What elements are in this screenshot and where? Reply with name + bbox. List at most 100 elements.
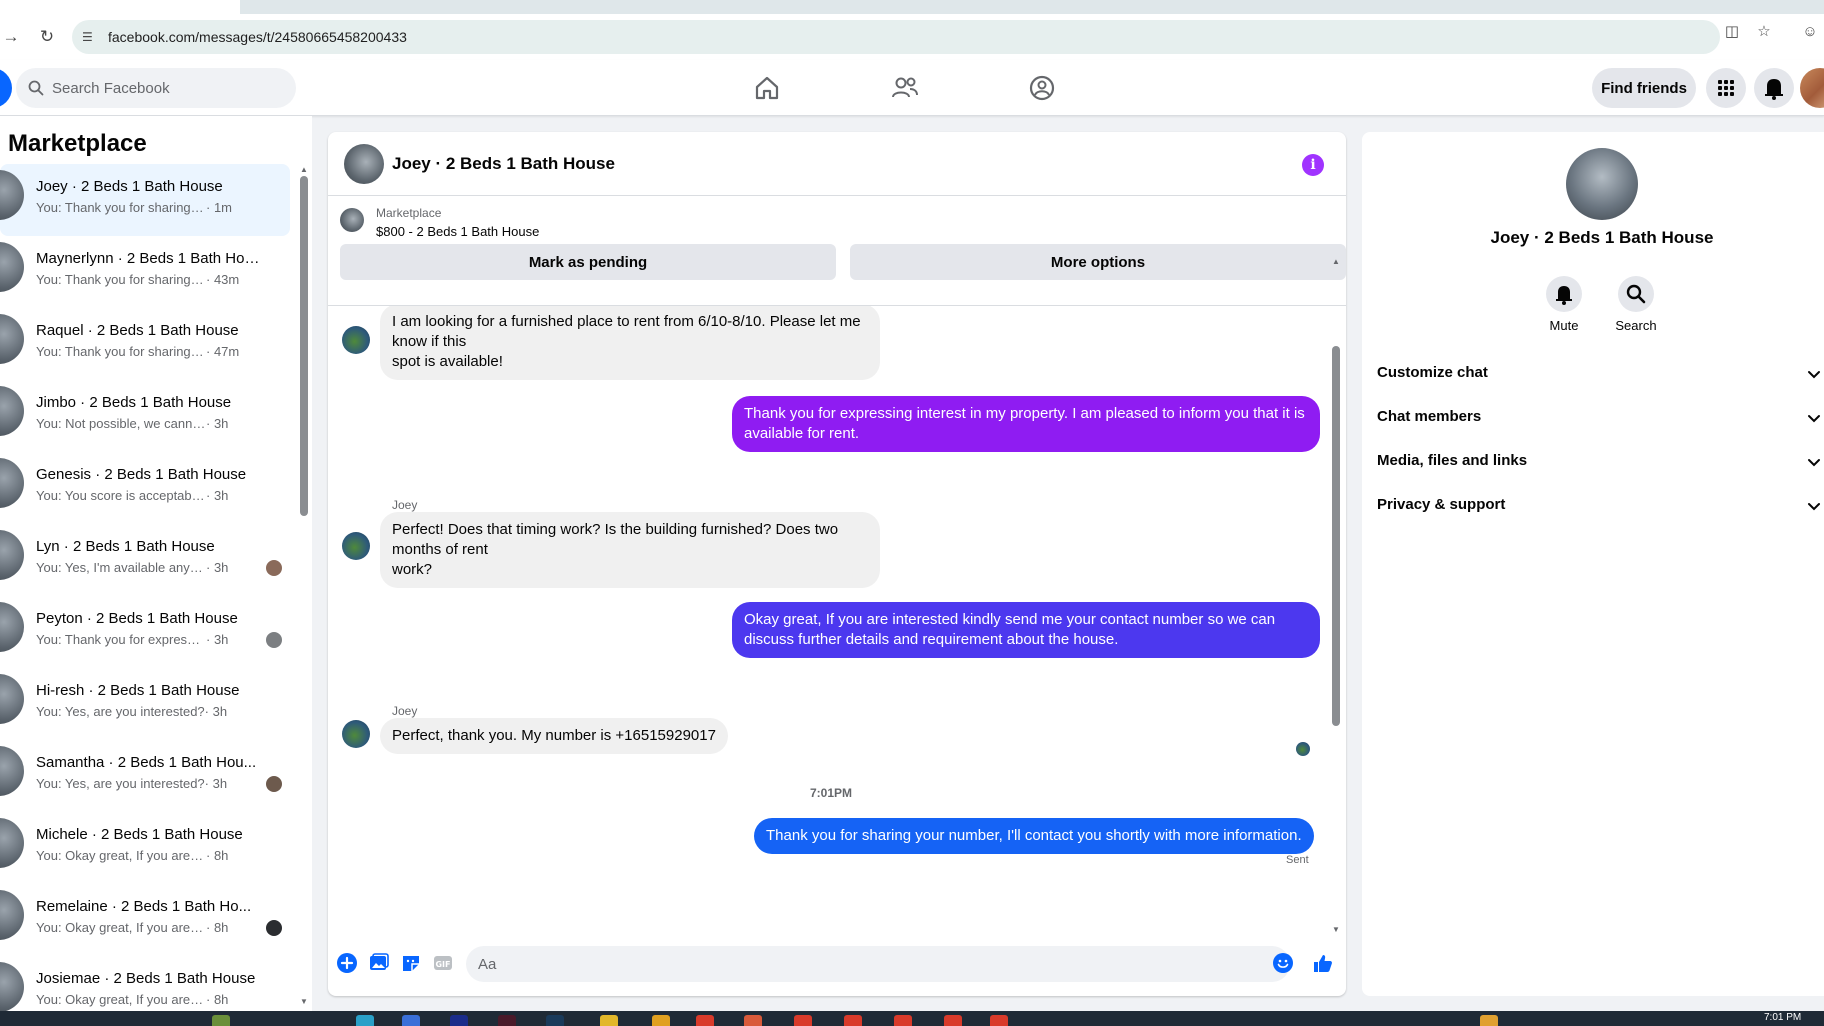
- info-icon[interactable]: i: [1302, 154, 1324, 176]
- conversation-name: Samantha · 2 Beds 1 Bath Hou...: [36, 754, 257, 771]
- taskbar-app-icon[interactable]: [894, 1015, 912, 1026]
- search-input[interactable]: [52, 68, 282, 108]
- friends-icon[interactable]: [889, 72, 921, 104]
- chat-avatar[interactable]: [344, 144, 384, 184]
- incoming-message[interactable]: I am looking for a furnished place to re…: [380, 306, 880, 380]
- conversation-preview: You: Yes, I'm available anytime w...· 3h: [36, 560, 229, 575]
- emoji-icon[interactable]: [1272, 952, 1294, 974]
- taskbar-app-icon[interactable]: [498, 1015, 516, 1026]
- profile-icon[interactable]: ☺: [1800, 22, 1820, 42]
- conversation-avatar: [0, 386, 24, 436]
- taskbar-tray-icon[interactable]: [1480, 1015, 1498, 1026]
- taskbar-clock[interactable]: 7:01 PM: [1764, 1012, 1801, 1023]
- browser-active-tab[interactable]: [0, 0, 240, 14]
- taskbar-widget-icon[interactable]: [212, 1015, 230, 1026]
- gif-icon[interactable]: GIF: [432, 952, 454, 974]
- conversation-avatar: [0, 242, 24, 292]
- facebook-search[interactable]: [16, 68, 296, 108]
- conversation-item[interactable]: Raquel · 2 Beds 1 Bath House You: Thank …: [0, 308, 290, 380]
- sender-avatar[interactable]: [342, 720, 370, 748]
- more-options-button[interactable]: More options: [850, 244, 1346, 280]
- conversation-item[interactable]: Jimbo · 2 Beds 1 Bath House You: Not pos…: [0, 380, 290, 452]
- site-settings-icon[interactable]: ☰: [82, 29, 98, 45]
- list-scrollbar-thumb[interactable]: [300, 176, 308, 516]
- browser-tab-strip: [0, 0, 1824, 14]
- taskbar-app-icon[interactable]: [546, 1015, 564, 1026]
- section-title: Privacy & support: [1377, 496, 1506, 513]
- incoming-message[interactable]: Perfect! Does that timing work? Is the b…: [380, 512, 880, 588]
- listing-thumbnail[interactable]: [340, 208, 364, 232]
- chat-members-section[interactable]: Chat members: [1362, 396, 1824, 440]
- facebook-logo[interactable]: [0, 68, 12, 108]
- taskbar-app-icon[interactable]: [990, 1015, 1008, 1026]
- taskbar-app-icon[interactable]: [794, 1015, 812, 1026]
- address-bar[interactable]: ☰ facebook.com/messages/t/24580665458200…: [72, 20, 1720, 54]
- search-in-chat-button[interactable]: Search: [1606, 276, 1666, 333]
- mute-button[interactable]: Mute: [1534, 276, 1594, 333]
- chat-title[interactable]: Joey · 2 Beds 1 Bath House: [392, 154, 615, 174]
- sticker-icon[interactable]: [400, 952, 422, 974]
- search-icon: [28, 80, 44, 96]
- conversation-item[interactable]: Lyn · 2 Beds 1 Bath House You: Yes, I'm …: [0, 524, 290, 596]
- reload-icon[interactable]: ↻: [36, 26, 58, 48]
- find-friends-button[interactable]: Find friends: [1592, 68, 1696, 108]
- thread-scrollbar-thumb[interactable]: [1332, 346, 1340, 726]
- media-files-links-section[interactable]: Media, files and links: [1362, 440, 1824, 484]
- scroll-up-arrow-icon[interactable]: ▲: [299, 166, 309, 174]
- conversation-item[interactable]: Joey · 2 Beds 1 Bath House You: Thank yo…: [0, 164, 290, 236]
- chat-header: Joey · 2 Beds 1 Bath House i: [328, 132, 1346, 196]
- outgoing-message[interactable]: Thank you for expressing interest in my …: [732, 396, 1320, 452]
- taskbar-app-icon[interactable]: [744, 1015, 762, 1026]
- bookmark-star-icon[interactable]: ☆: [1754, 22, 1774, 42]
- conversation-preview: You: Thank you for sharing your nu...· 1…: [36, 200, 232, 215]
- menu-button[interactable]: [1706, 68, 1746, 108]
- scroll-down-arrow-icon[interactable]: ▼: [1331, 926, 1341, 934]
- sender-avatar[interactable]: [342, 532, 370, 560]
- sender-name: Joey: [392, 498, 418, 512]
- groups-icon[interactable]: [1026, 72, 1058, 104]
- read-receipt-avatar: [1296, 742, 1310, 756]
- thumbs-up-icon[interactable]: [1312, 952, 1334, 974]
- mark-as-pending-button[interactable]: Mark as pending: [340, 244, 836, 280]
- conversation-preview: You: Thank you for sharing your n...· 43…: [36, 272, 240, 287]
- taskbar-app-icon[interactable]: [356, 1015, 374, 1026]
- conversation-item[interactable]: Genesis · 2 Beds 1 Bath House You: You s…: [0, 452, 290, 524]
- taskbar-app-icon[interactable]: [450, 1015, 468, 1026]
- photo-icon[interactable]: [368, 952, 390, 974]
- conversation-item[interactable]: Remelaine · 2 Beds 1 Bath Ho... You: Oka…: [0, 884, 290, 956]
- privacy-support-section[interactable]: Privacy & support: [1362, 484, 1824, 528]
- conversation-item[interactable]: Samantha · 2 Beds 1 Bath Hou... You: Yes…: [0, 740, 290, 812]
- conversation-name: Genesis · 2 Beds 1 Bath House: [36, 466, 247, 483]
- list-title: Marketplace: [8, 130, 147, 157]
- customize-chat-section[interactable]: Customize chat: [1362, 352, 1824, 396]
- scroll-up-arrow-icon[interactable]: ▲: [1331, 258, 1341, 266]
- install-app-icon[interactable]: ◫: [1722, 22, 1742, 42]
- plus-icon[interactable]: [336, 952, 358, 974]
- account-avatar[interactable]: [1800, 68, 1824, 108]
- url-text[interactable]: facebook.com/messages/t/2458066545820043…: [108, 29, 407, 45]
- grid-menu-icon: [1718, 80, 1734, 96]
- taskbar-app-icon[interactable]: [600, 1015, 618, 1026]
- outgoing-message[interactable]: Okay great, If you are interested kindly…: [732, 602, 1320, 658]
- taskbar-app-icon[interactable]: [696, 1015, 714, 1026]
- conversation-item[interactable]: Hi-resh · 2 Beds 1 Bath House You: Yes, …: [0, 668, 290, 740]
- incoming-message[interactable]: Perfect, thank you. My number is +165159…: [380, 718, 728, 754]
- contact-avatar[interactable]: [1566, 148, 1638, 220]
- home-icon[interactable]: [751, 72, 783, 104]
- taskbar-app-icon[interactable]: [844, 1015, 862, 1026]
- taskbar-app-icon[interactable]: [402, 1015, 420, 1026]
- conversation-item[interactable]: Michele · 2 Beds 1 Bath House You: Okay …: [0, 812, 290, 884]
- sender-avatar[interactable]: [342, 326, 370, 354]
- outgoing-message[interactable]: Thank you for sharing your number, I'll …: [754, 818, 1314, 854]
- section-title: Media, files and links: [1377, 452, 1528, 469]
- notifications-button[interactable]: [1754, 68, 1794, 108]
- taskbar-app-icon[interactable]: [944, 1015, 962, 1026]
- scroll-down-arrow-icon[interactable]: ▼: [299, 998, 309, 1006]
- conversation-item[interactable]: Peyton · 2 Beds 1 Bath House You: Thank …: [0, 596, 290, 668]
- conversation-item[interactable]: Maynerlynn · 2 Beds 1 Bath House You: Th…: [0, 236, 290, 308]
- conversation-item[interactable]: Josiemae · 2 Beds 1 Bath House You: Okay…: [0, 956, 290, 1011]
- listing-price[interactable]: $800 - 2 Beds 1 Bath House: [376, 224, 539, 239]
- taskbar-app-icon[interactable]: [652, 1015, 670, 1026]
- forward-icon[interactable]: →: [0, 26, 22, 48]
- message-input[interactable]: [466, 946, 1290, 982]
